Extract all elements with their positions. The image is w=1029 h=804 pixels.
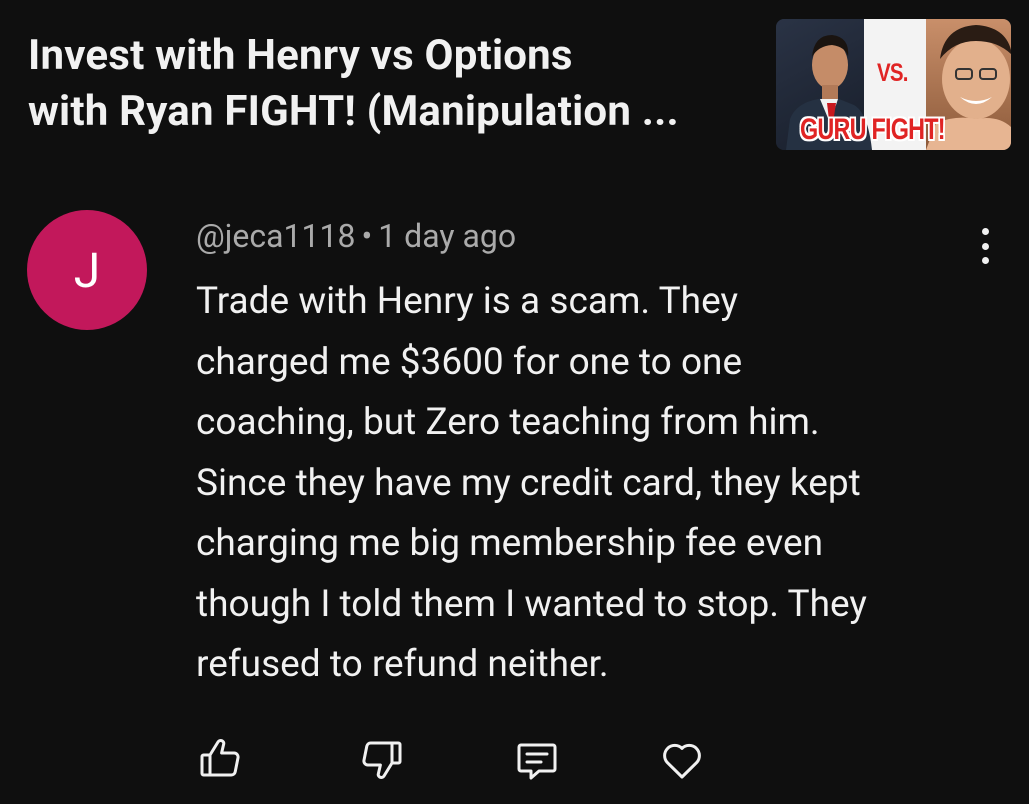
thumbs-up-icon [200, 739, 240, 777]
heart-icon [663, 743, 701, 779]
comment-text: Trade with Henry is a scam. They charged… [196, 272, 996, 696]
comment-line: though I told them I wanted to stop. The… [196, 582, 867, 626]
reply-button[interactable] [512, 736, 562, 786]
like-button[interactable] [195, 734, 245, 784]
comment-line: refused to refund neither. [196, 643, 609, 686]
avatar[interactable]: J [27, 210, 147, 330]
thumbnail-fight-text: GURU FIGHT! [800, 113, 946, 146]
avatar-letter: J [73, 241, 101, 299]
comment-line: coaching, but Zero teaching from him. [196, 401, 820, 444]
comment-line: charging me big membership fee even [196, 522, 824, 565]
more-options-icon[interactable] [970, 224, 1000, 268]
comment-meta: @jeca1118 • 1 day ago [196, 215, 516, 257]
video-thumbnail[interactable]: VS. GURU FIGHT! [776, 19, 1011, 150]
comment-line: Trade with Henry is a scam. They [196, 280, 738, 323]
thumbs-down-icon [362, 741, 402, 779]
comment-screen: Invest with Henry vs Options with Ryan F… [0, 0, 1029, 804]
heart-button[interactable] [657, 735, 707, 785]
video-title[interactable]: Invest with Henry vs Options with Ryan F… [28, 28, 758, 140]
dislike-button[interactable] [357, 734, 407, 784]
kebab-dot [981, 257, 989, 264]
video-title-line-1: Invest with Henry vs Options [28, 31, 573, 80]
meta-separator: • [361, 217, 373, 255]
kebab-dot [981, 228, 989, 235]
comment-line: charged me $3600 for one to one [196, 340, 743, 384]
thumbnail-vs-text: VS. [877, 59, 908, 87]
comment-icon [517, 743, 557, 780]
comment-time: 1 day ago [378, 217, 517, 255]
video-title-line-2: with Ryan FIGHT! (Manipulation ... [28, 87, 679, 136]
comment-author[interactable]: @jeca1118 [196, 217, 355, 255]
comment-line: Since they have my credit card, they kep… [196, 461, 861, 505]
kebab-dot [981, 242, 989, 250]
